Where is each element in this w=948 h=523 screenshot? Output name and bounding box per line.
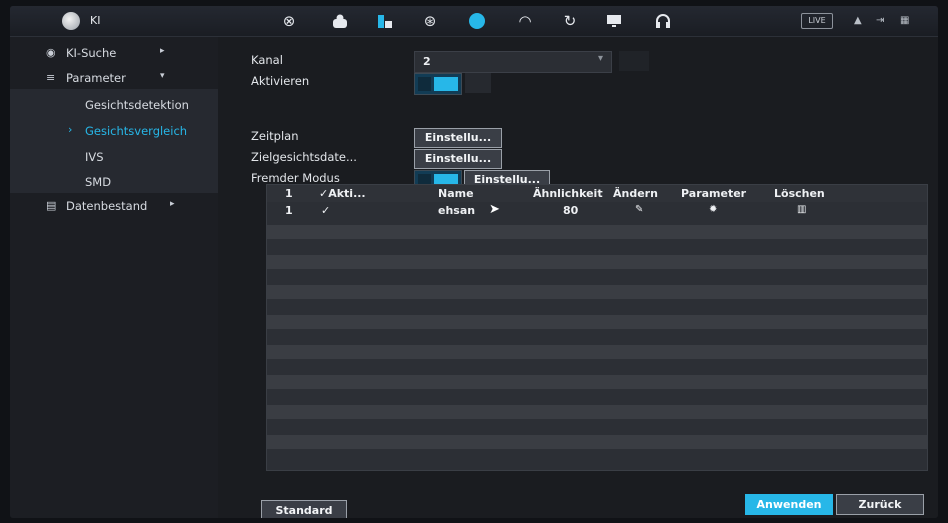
settings-icon[interactable]: ✹ bbox=[709, 204, 717, 215]
chevron-down-icon: ▾ bbox=[160, 71, 165, 81]
table-stripe bbox=[267, 315, 927, 329]
monitor-icon[interactable] bbox=[605, 12, 623, 30]
table-stripe bbox=[267, 345, 927, 359]
live-button[interactable]: LIVE bbox=[801, 13, 833, 29]
zielgesicht-settings-button[interactable]: Einstellu... bbox=[414, 149, 502, 169]
sidebar-item-datenbestand[interactable]: ▤ Datenbestand ▸ bbox=[10, 194, 218, 218]
globe-icon[interactable]: ⊛ bbox=[421, 12, 439, 30]
logout-icon[interactable]: ⇥ bbox=[876, 15, 884, 26]
sync-icon[interactable]: ↻ bbox=[561, 12, 579, 30]
sidebar-item-gesichtsdetektion[interactable]: Gesichtsdetektion bbox=[10, 93, 218, 117]
person-icon[interactable] bbox=[331, 12, 349, 30]
row-name: ehsan bbox=[438, 204, 476, 217]
sidebar-item-ivs[interactable]: IVS bbox=[10, 145, 218, 169]
gauge-icon[interactable]: ◠ bbox=[516, 12, 534, 30]
selected-marker-icon: › bbox=[68, 123, 73, 136]
search-icon: ◉ bbox=[46, 46, 56, 59]
headset-icon[interactable] bbox=[654, 12, 672, 30]
face-database-table: 1 ✓Akti... Name Ähnlichkeit Ändern Param… bbox=[266, 184, 928, 471]
chevron-right-icon: ▸ bbox=[170, 199, 175, 209]
kanal-select[interactable]: 2 ▾ bbox=[414, 51, 612, 73]
table-stripe bbox=[267, 225, 927, 239]
grid-icon[interactable]: ▦ bbox=[900, 15, 909, 26]
mouse-cursor-icon: ➤ bbox=[489, 202, 500, 217]
row-active-check[interactable]: ✓ bbox=[321, 204, 330, 217]
table-header: 1 ✓Akti... Name Ähnlichkeit Ändern Param… bbox=[267, 185, 927, 202]
app-title: KI bbox=[90, 14, 101, 27]
zielgesicht-label: Zielgesichtsdate... bbox=[251, 150, 357, 164]
header-parameter: Parameter bbox=[681, 187, 747, 200]
list-icon: ≡ bbox=[46, 71, 56, 84]
header-edit: Ändern bbox=[613, 187, 658, 200]
zeitplan-label: Zeitplan bbox=[251, 129, 299, 143]
header-delete: Löschen bbox=[774, 187, 825, 200]
back-button[interactable]: Zurück bbox=[836, 494, 924, 515]
header-name[interactable]: Name bbox=[438, 187, 474, 200]
sidebar-item-parameter[interactable]: ≡ Parameter ▾ bbox=[10, 66, 218, 90]
standard-button[interactable]: Standard bbox=[261, 500, 347, 518]
edit-icon[interactable]: ✎ bbox=[635, 204, 643, 215]
table-row[interactable]: 1 ✓ ehsan ➤ 80 ✎ ✹ ▥ bbox=[267, 202, 927, 218]
toggle-knob bbox=[434, 77, 458, 91]
kanal-extra-box bbox=[619, 51, 649, 71]
header-active[interactable]: ✓Akti... bbox=[319, 187, 366, 200]
aktivieren-label: Aktivieren bbox=[251, 74, 310, 88]
header-similarity[interactable]: Ähnlichkeit bbox=[533, 187, 603, 200]
header-index: 1 bbox=[285, 187, 293, 200]
chevron-right-icon: ▸ bbox=[160, 46, 165, 56]
dvr-screen: KI ⊗ ⊛ ◠ ↻ LIVE ▲ ⇥ ▦ ◉ KI-Suche ▸ ≡ Par… bbox=[10, 6, 938, 518]
table-stripe bbox=[267, 285, 927, 299]
fremder-modus-label: Fremder Modus bbox=[251, 171, 340, 185]
sidebar-item-ki-suche[interactable]: ◉ KI-Suche ▸ bbox=[10, 41, 218, 65]
aktivieren-toggle[interactable] bbox=[414, 73, 462, 95]
ai-search-icon[interactable]: ⊗ bbox=[280, 12, 298, 30]
building-icon[interactable] bbox=[376, 12, 394, 30]
sidebar-item-gesichtsvergleich[interactable]: › Gesichtsvergleich bbox=[10, 119, 218, 143]
kanal-label: Kanal bbox=[251, 53, 283, 67]
table-stripe bbox=[267, 405, 927, 419]
table-stripe bbox=[267, 255, 927, 269]
sidebar-item-smd[interactable]: SMD bbox=[10, 170, 218, 194]
user-icon[interactable]: ▲ bbox=[854, 15, 862, 26]
row-index: 1 bbox=[285, 204, 293, 217]
main-panel: Kanal 2 ▾ Aktivieren Zeitplan Einstellu.… bbox=[218, 37, 938, 518]
table-stripe bbox=[267, 375, 927, 389]
chevron-down-icon: ▾ bbox=[597, 53, 603, 64]
kanal-value: 2 bbox=[423, 55, 431, 68]
sidebar: ◉ KI-Suche ▸ ≡ Parameter ▾ Gesichtsdetek… bbox=[10, 37, 218, 518]
ai-logo-icon bbox=[62, 12, 80, 30]
table-stripe bbox=[267, 435, 927, 449]
row-similarity: 80 bbox=[563, 204, 579, 217]
zeitplan-settings-button[interactable]: Einstellu... bbox=[414, 128, 502, 148]
top-bar: KI ⊗ ⊛ ◠ ↻ LIVE ▲ ⇥ ▦ bbox=[10, 6, 938, 37]
apply-button[interactable]: Anwenden bbox=[745, 494, 833, 515]
toggle-extra bbox=[465, 73, 491, 93]
delete-icon[interactable]: ▥ bbox=[797, 204, 806, 215]
database-icon: ▤ bbox=[46, 199, 57, 212]
face-icon[interactable] bbox=[468, 12, 486, 30]
